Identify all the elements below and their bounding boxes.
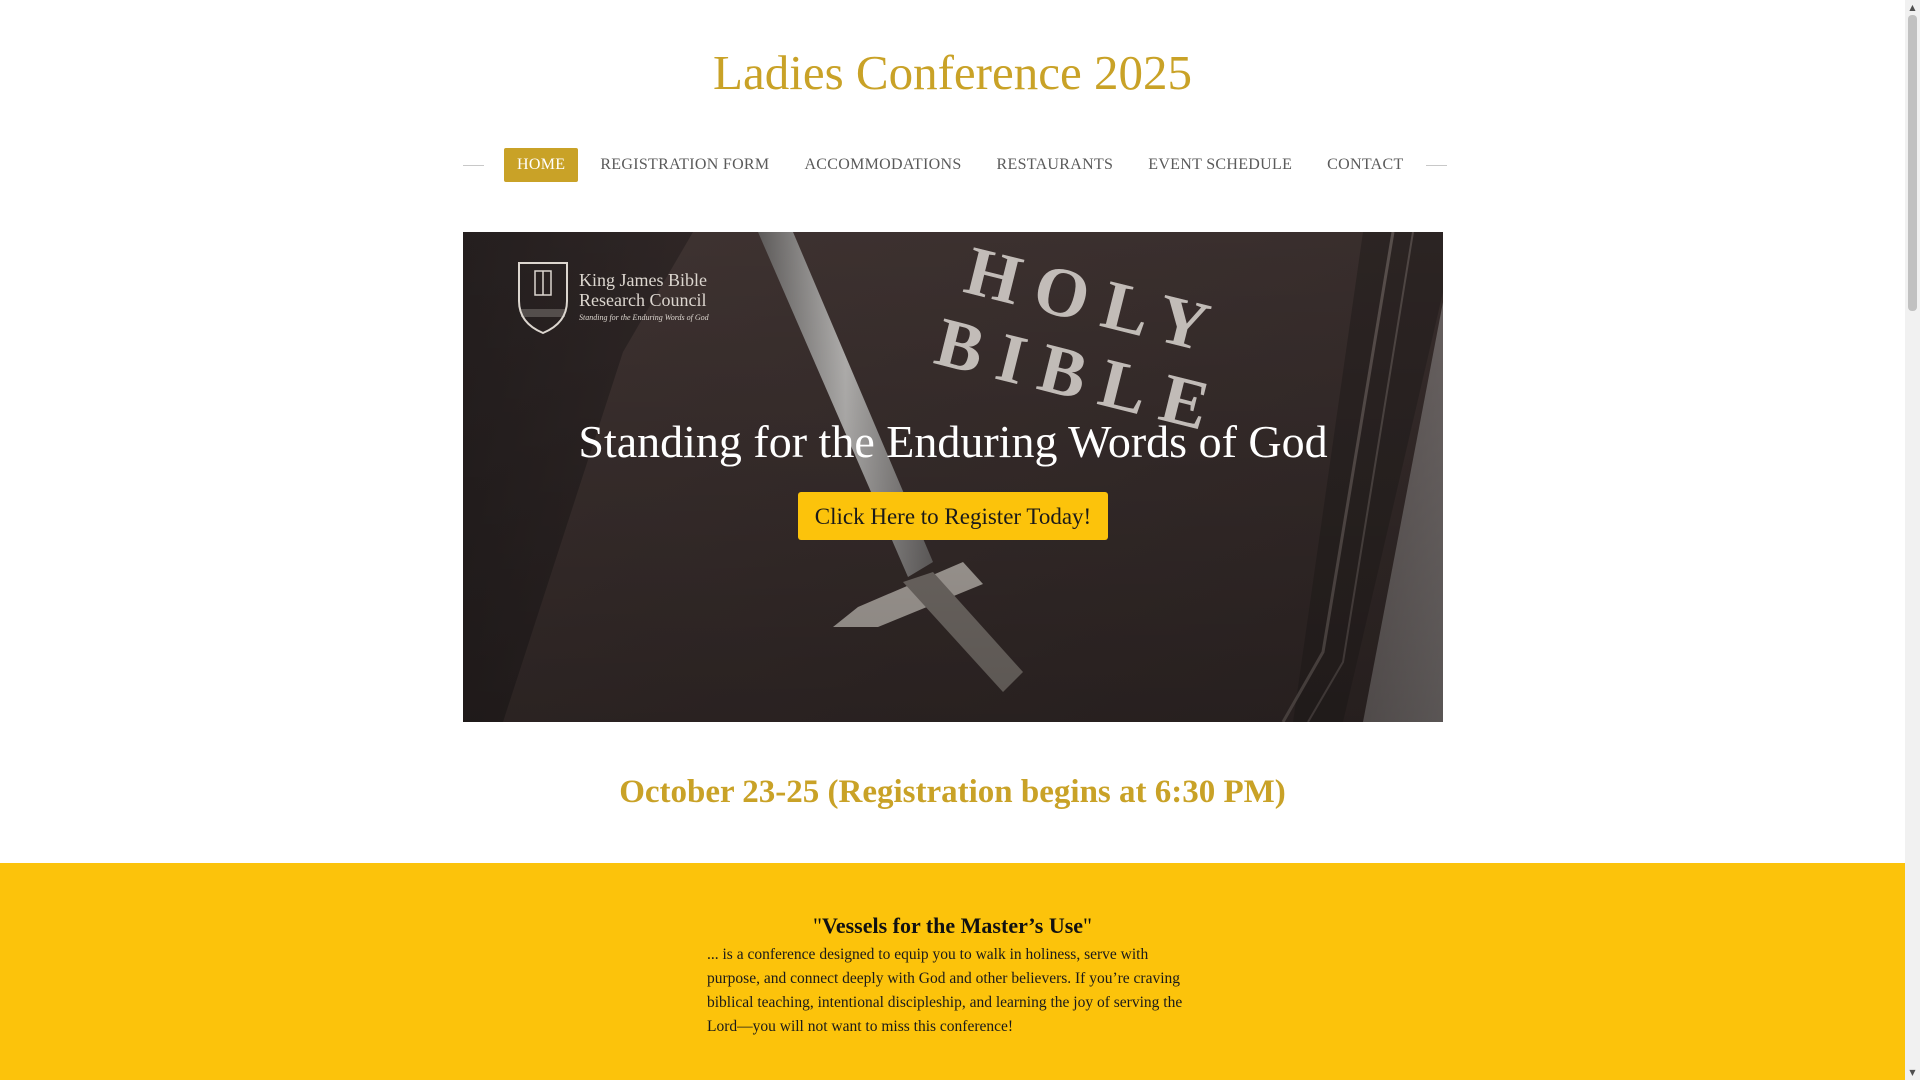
shield-crest-icon [518, 262, 568, 335]
nav-item-restaurants[interactable]: RESTAURANTS [984, 148, 1127, 182]
scroll-up-arrow-icon[interactable]: ▲ [1905, 0, 1920, 15]
page: Ladies Conference 2025 HOME REGISTRATION… [0, 0, 1905, 1080]
about-heading: "Vessels for the Master’s Use" [0, 911, 1905, 941]
about-section: "Vessels for the Master’s Use" ... is a … [0, 863, 1905, 1080]
site-title[interactable]: Ladies Conference 2025 [0, 43, 1905, 103]
org-name-line2: Research Council [579, 289, 707, 310]
quote-close: " [1083, 913, 1093, 938]
nav-item-contact[interactable]: CONTACT [1314, 148, 1416, 182]
nav-items: HOME REGISTRATION FORM ACCOMMODATIONS RE… [504, 148, 1426, 182]
quote-open: " [812, 913, 822, 938]
org-name: King James Bible Research Council Standi… [579, 270, 709, 323]
nav-item-accommodations[interactable]: ACCOMMODATIONS [791, 148, 974, 182]
org-tagline: Standing for the Enduring Words of God [579, 312, 709, 322]
scroll-down-arrow-icon[interactable]: ▼ [1905, 1065, 1920, 1080]
nav-item-event-schedule[interactable]: EVENT SCHEDULE [1135, 148, 1305, 182]
nav-divider-right [1425, 164, 1447, 166]
hero-heading: Standing for the Enduring Words of God [578, 416, 1328, 467]
about-heading-text: Vessels for the Master’s Use [821, 913, 1084, 938]
register-button[interactable]: Click Here to Register Today! [798, 492, 1108, 540]
main-nav: HOME REGISTRATION FORM ACCOMMODATIONS RE… [463, 148, 1447, 182]
org-logo[interactable]: King James Bible Research Council Standi… [513, 256, 723, 336]
hero-banner: King James Bible Research Council Standi… [463, 232, 1443, 722]
nav-item-home[interactable]: HOME [504, 148, 579, 182]
vertical-scrollbar[interactable]: ▲ ▼ [1905, 0, 1920, 1080]
nav-item-registration-form[interactable]: REGISTRATION FORM [587, 148, 782, 182]
about-body: ... is a conference designed to equip yo… [707, 946, 1183, 1035]
scrollbar-thumb[interactable] [1908, 15, 1917, 311]
event-dates: October 23-25 (Registration begins at 6:… [619, 774, 1286, 810]
nav-divider-left [463, 164, 484, 166]
org-name-line1: King James Bible [579, 269, 707, 290]
